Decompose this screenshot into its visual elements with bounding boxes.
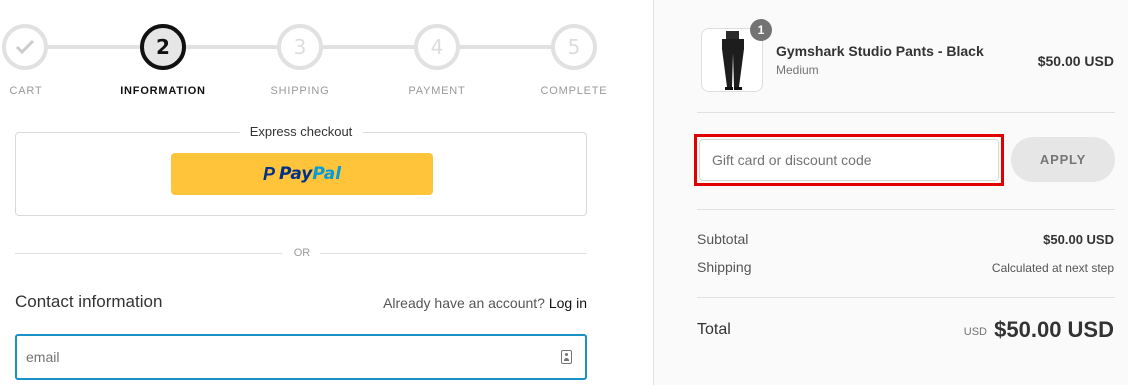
step-information[interactable]: 2 bbox=[140, 24, 186, 70]
paypal-button[interactable]: P PayPal bbox=[171, 153, 433, 195]
or-divider-text: OR bbox=[293, 247, 311, 259]
product-name: Gymshark Studio Pants - Black bbox=[776, 43, 984, 59]
step-label-payment: PAYMENT bbox=[408, 85, 466, 97]
checkout-steps: 2 3 4 5 CART INFORMATION SHIPPING PAYMEN… bbox=[0, 0, 620, 110]
email-input[interactable] bbox=[26, 336, 546, 378]
order-summary: 1 Gymshark Studio Pants - Black Medium $… bbox=[653, 0, 1128, 385]
step-payment: 4 bbox=[414, 24, 460, 70]
step-label-complete: COMPLETE bbox=[540, 85, 608, 97]
paypal-icon: P bbox=[262, 163, 275, 184]
express-checkout-title: Express checkout bbox=[239, 124, 363, 139]
checkout-main: 2 3 4 5 CART INFORMATION SHIPPING PAYMEN… bbox=[0, 0, 653, 385]
login-link[interactable]: Log in bbox=[549, 295, 587, 311]
step-connector bbox=[460, 45, 551, 49]
contact-card-icon bbox=[561, 350, 572, 364]
step-connector bbox=[186, 45, 277, 49]
discount-code-input[interactable] bbox=[699, 139, 999, 181]
email-field[interactable] bbox=[15, 334, 587, 380]
shipping-label: Shipping bbox=[697, 259, 752, 275]
product-variant: Medium bbox=[776, 63, 819, 77]
total-currency: USD bbox=[963, 326, 987, 338]
discount-field-highlight bbox=[694, 134, 1004, 186]
step-complete: 5 bbox=[551, 24, 597, 70]
step-label-cart[interactable]: CART bbox=[0, 85, 81, 97]
summary-divider bbox=[697, 112, 1115, 113]
account-prompt: Already have an account? Log in bbox=[383, 295, 587, 311]
total-value: $50.00 USD bbox=[994, 317, 1114, 342]
subtotal-value: $50.00 USD bbox=[1043, 232, 1114, 247]
contact-information-title: Contact information bbox=[15, 292, 163, 311]
step-cart-checkmark-icon[interactable] bbox=[2, 24, 48, 70]
paypal-logo: PayPal bbox=[278, 164, 342, 184]
step-connector bbox=[48, 45, 140, 49]
quantity-badge: 1 bbox=[750, 19, 772, 41]
or-divider-right bbox=[320, 253, 587, 254]
step-shipping: 3 bbox=[277, 24, 323, 70]
or-divider-left bbox=[15, 253, 282, 254]
step-connector bbox=[323, 45, 414, 49]
apply-discount-button[interactable]: APPLY bbox=[1011, 137, 1115, 182]
summary-divider bbox=[697, 209, 1115, 210]
summary-divider bbox=[697, 297, 1115, 298]
express-checkout-box: Express checkout P PayPal bbox=[15, 124, 587, 216]
step-label-shipping: SHIPPING bbox=[270, 85, 330, 97]
step-label-information: INFORMATION bbox=[120, 85, 206, 97]
shipping-value: Calculated at next step bbox=[991, 261, 1114, 275]
account-prompt-text: Already have an account? bbox=[383, 295, 545, 311]
product-price: $50.00 USD bbox=[1037, 53, 1114, 69]
total-label: Total bbox=[697, 321, 731, 338]
subtotal-label: Subtotal bbox=[697, 231, 749, 247]
